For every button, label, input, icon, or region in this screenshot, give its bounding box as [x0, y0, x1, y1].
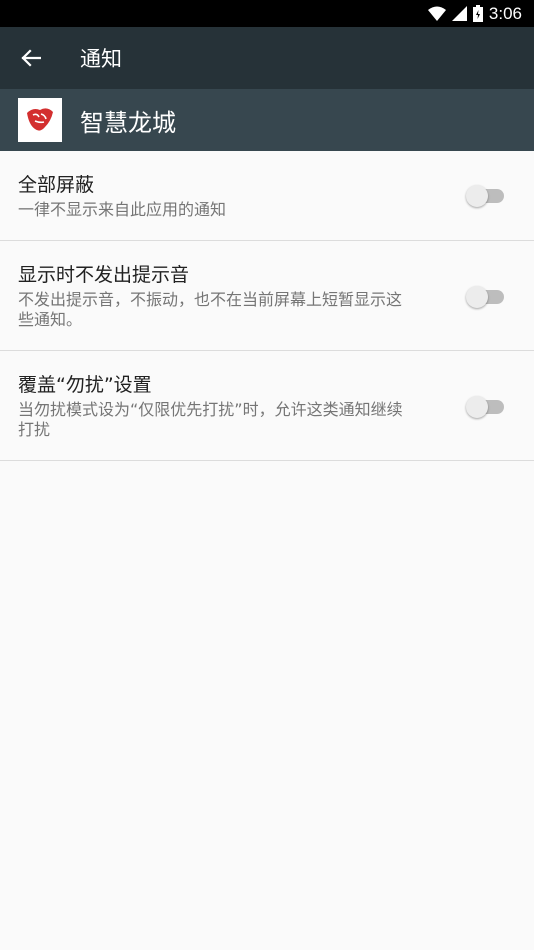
setting-title: 覆盖“勿扰”设置: [18, 373, 152, 396]
status-time: 3:06: [488, 3, 522, 23]
setting-subtitle-line: 打扰: [18, 419, 51, 439]
switch-thumb: [466, 396, 488, 418]
setting-subtitle-line: 不发出提示音，不振动，也不在当前屏幕上短暂显示这: [18, 289, 403, 309]
arrow-back-icon: [21, 49, 41, 67]
toolbar: 通知: [0, 27, 534, 89]
wifi-icon: [427, 6, 446, 21]
settings-list: 全部屏蔽 一律不显示来自此应用的通知 显示时不发出提示音 不发出提示音，不振动，…: [0, 151, 534, 461]
setting-text: 覆盖“勿扰”设置 当勿扰模式设为“仅限优先打扰”时，允许这类通知继续 打扰: [0, 372, 450, 440]
app-logo: [18, 98, 62, 142]
setting-title: 全部屏蔽: [18, 173, 95, 196]
setting-text: 显示时不发出提示音 不发出提示音，不振动，也不在当前屏幕上短暂显示这 些通知。: [0, 262, 450, 330]
setting-subtitle-line: 当勿扰模式设为“仅限优先打扰”时，允许这类通知继续: [18, 399, 403, 419]
silent-switch[interactable]: [466, 285, 504, 309]
setting-silent[interactable]: 显示时不发出提示音 不发出提示音，不振动，也不在当前屏幕上短暂显示这 些通知。: [0, 241, 534, 351]
status-bar: 3:06: [0, 0, 534, 27]
switch-thumb: [466, 286, 488, 308]
setting-text: 全部屏蔽 一律不显示来自此应用的通知: [0, 172, 450, 220]
setting-subtitle-line: 些通知。: [18, 309, 83, 329]
switch-thumb: [466, 185, 488, 207]
app-name: 智慧龙城: [80, 108, 176, 137]
app-logo-mark: [27, 108, 53, 131]
back-button[interactable]: [0, 27, 62, 89]
override-dnd-switch[interactable]: [466, 395, 504, 419]
setting-override-dnd[interactable]: 覆盖“勿扰”设置 当勿扰模式设为“仅限优先打扰”时，允许这类通知继续 打扰: [0, 351, 534, 461]
setting-subtitle: 一律不显示来自此应用的通知: [18, 199, 227, 219]
cell-signal-icon: [451, 6, 467, 21]
setting-title: 显示时不发出提示音: [18, 263, 190, 286]
block-all-switch[interactable]: [466, 184, 504, 208]
page-title: 通知: [80, 47, 122, 71]
battery-icon: [472, 5, 483, 22]
app-header: 智慧龙城: [0, 89, 534, 151]
setting-block-all[interactable]: 全部屏蔽 一律不显示来自此应用的通知: [0, 151, 534, 241]
